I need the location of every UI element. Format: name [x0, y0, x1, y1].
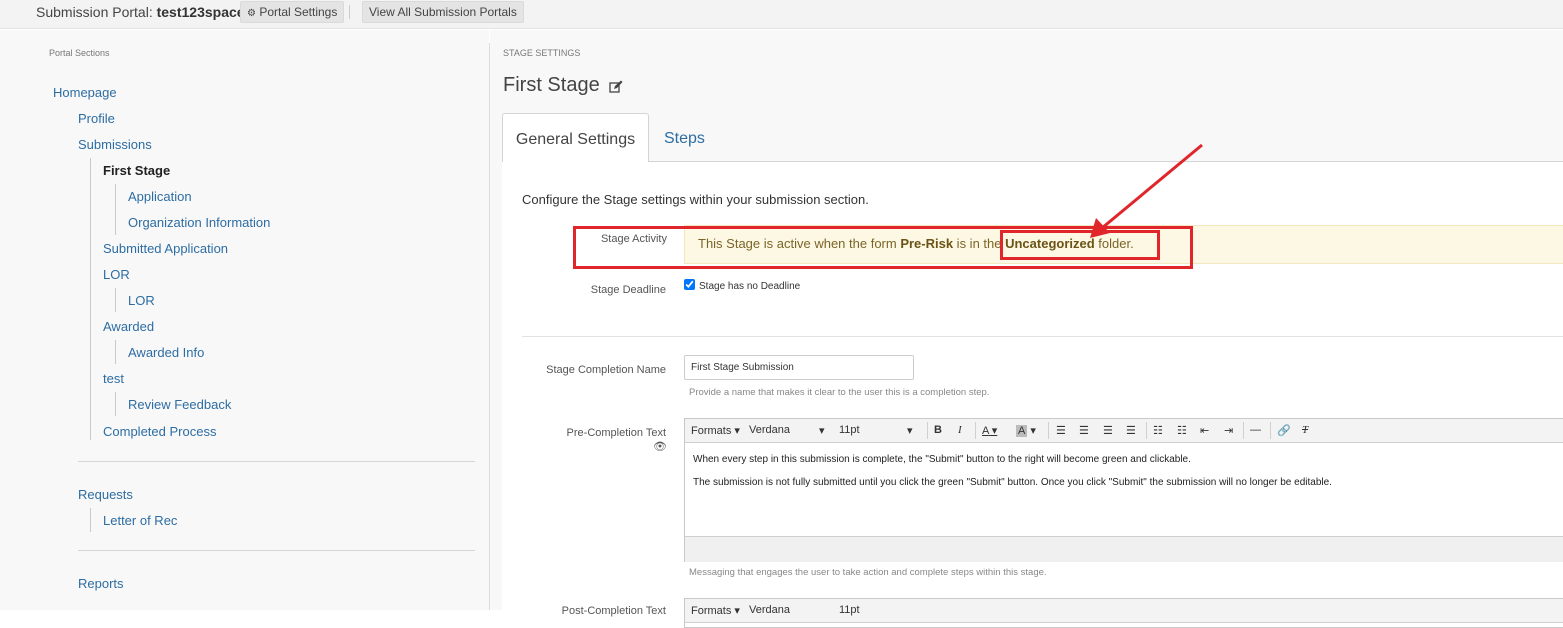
align-center-icon[interactable]: ☰	[1079, 424, 1089, 437]
editor-statusbar	[685, 536, 1563, 562]
numbered-list-icon[interactable]: ☷	[1177, 424, 1187, 437]
size-label: 11pt	[839, 604, 860, 616]
sidebar-item-review-feedback[interactable]: Review Feedback	[128, 397, 231, 412]
top-bar: Submission Portal: test123space ⚙ Portal…	[0, 0, 1563, 29]
tab-general-settings[interactable]: General Settings	[502, 113, 649, 162]
sidebar-item-letter-of-rec[interactable]: Letter of Rec	[103, 513, 177, 528]
font-label: Verdana	[749, 604, 790, 616]
portal-label: Submission Portal:	[36, 4, 153, 20]
stage-completion-name-input[interactable]	[684, 355, 914, 380]
sidebar-item-application[interactable]: Application	[128, 189, 192, 204]
formats-label: Formats	[691, 605, 732, 617]
toolbar-separator	[1270, 422, 1271, 439]
bullet-list-icon[interactable]: ☷	[1153, 424, 1163, 437]
gear-icon: ⚙	[247, 8, 256, 19]
sidebar-divider	[489, 43, 490, 610]
bold-button[interactable]: B	[934, 424, 942, 436]
editor-paragraph: The submission is not fully submitted un…	[693, 477, 1332, 488]
formats-label: Formats	[691, 425, 732, 437]
sidebar-item-profile[interactable]: Profile	[78, 111, 115, 126]
sidebar-item-lor[interactable]: LOR	[103, 267, 130, 282]
font-dropdown[interactable]: Verdana ▾	[749, 424, 825, 437]
toolbar-separator	[927, 422, 928, 439]
size-dropdown[interactable]: 11pt ▾	[839, 424, 913, 437]
intro-text: Configure the Stage settings within your…	[522, 192, 869, 207]
bg-color-button[interactable]: A ▾	[1016, 424, 1036, 437]
toolbar-separator	[1146, 422, 1147, 439]
sidebar-item-submitted-application[interactable]: Submitted Application	[103, 241, 228, 256]
top-separator	[349, 5, 350, 19]
editor-toolbar: Formats ▾ Verdana 11pt	[685, 599, 1563, 623]
font-dropdown[interactable]: Verdana	[749, 604, 790, 616]
eye-icon[interactable]: 👁	[653, 440, 667, 453]
sidebar-item-first-stage[interactable]: First Stage	[103, 163, 170, 178]
toolbar-separator	[1243, 422, 1244, 439]
post-completion-editor[interactable]: Formats ▾ Verdana 11pt	[684, 598, 1563, 628]
editor-paragraph: When every step in this submission is co…	[693, 454, 1191, 465]
sidebar-item-completed-process[interactable]: Completed Process	[103, 424, 216, 439]
tree-line	[115, 340, 116, 364]
formats-dropdown[interactable]: Formats ▾	[691, 604, 740, 617]
size-dropdown[interactable]: 11pt	[839, 604, 860, 616]
outdent-icon[interactable]: ⇤	[1200, 424, 1209, 437]
tree-line	[115, 184, 116, 235]
toolbar-separator	[1048, 422, 1049, 439]
sidebar-item-awarded[interactable]: Awarded	[103, 319, 154, 334]
size-label: 11pt	[839, 424, 860, 436]
sidebar-item-awarded-info[interactable]: Awarded Info	[128, 345, 204, 360]
sidebar-item-submissions[interactable]: Submissions	[78, 137, 152, 152]
page-title: First Stage	[503, 74, 600, 96]
sidebar-item-test[interactable]: test	[103, 371, 124, 386]
sidebar-item-lor-child[interactable]: LOR	[128, 293, 155, 308]
sidebar-item-homepage[interactable]: Homepage	[53, 85, 117, 100]
pre-completion-label: Pre-Completion Text	[566, 427, 666, 439]
tree-line	[115, 288, 116, 312]
text-color-label: A	[982, 425, 989, 437]
stage-completion-name-label: Stage Completion Name	[546, 364, 666, 376]
section-divider	[522, 336, 1563, 337]
tree-line	[90, 158, 91, 440]
sidebar-divider-line	[78, 461, 475, 462]
view-all-label: View All Submission Portals	[369, 5, 517, 19]
editor-content[interactable]: When every step in this submission is co…	[693, 454, 1332, 500]
editor-toolbar: Formats ▾ Verdana ▾ 11pt ▾ B I A ▾ A ▾ ☰ ☰…	[685, 419, 1563, 443]
portal-settings-label: Portal Settings	[259, 5, 338, 19]
tree-line	[90, 508, 91, 532]
align-right-icon[interactable]: ☰	[1103, 424, 1113, 437]
sidebar-item-organization-information[interactable]: Organization Information	[128, 215, 270, 230]
tab-steps[interactable]: Steps	[664, 130, 705, 148]
portal-title: Submission Portal: test123space	[36, 4, 245, 20]
portal-name: test123space	[156, 4, 245, 20]
toolbar-separator	[975, 422, 976, 439]
portal-settings-button[interactable]: ⚙ Portal Settings	[240, 1, 345, 23]
bg-color-label: A	[1016, 425, 1028, 437]
sidebar-divider-line	[78, 550, 475, 551]
indent-icon[interactable]: ⇥	[1224, 424, 1233, 437]
completion-name-help: Provide a name that makes it clear to th…	[689, 387, 990, 398]
italic-button[interactable]: I	[958, 424, 962, 436]
pre-completion-editor[interactable]: Formats ▾ Verdana ▾ 11pt ▾ B I A ▾ A ▾ ☰ ☰…	[684, 418, 1563, 562]
post-completion-label: Post-Completion Text	[561, 605, 666, 617]
no-deadline-checkbox[interactable]	[684, 279, 695, 290]
edit-icon[interactable]	[609, 80, 623, 94]
no-deadline-checkbox-label: Stage has no Deadline	[699, 281, 801, 292]
link-icon[interactable]: 🔗	[1277, 424, 1291, 437]
formats-dropdown[interactable]: Formats ▾	[691, 424, 740, 437]
pre-completion-help: Messaging that engages the user to take …	[689, 567, 1047, 578]
clear-format-icon[interactable]: T	[1302, 424, 1308, 436]
sidebar-item-requests[interactable]: Requests	[78, 487, 133, 502]
view-all-portals-button[interactable]: View All Submission Portals	[362, 1, 524, 23]
align-left-icon[interactable]: ☰	[1056, 424, 1066, 437]
stage-settings-label: STAGE SETTINGS	[503, 48, 581, 58]
sidebar-item-reports[interactable]: Reports	[78, 576, 124, 591]
horizontal-rule-icon[interactable]: —	[1250, 424, 1261, 436]
font-label: Verdana	[749, 424, 790, 436]
portal-sections-label: Portal Sections	[49, 48, 110, 58]
text-color-button[interactable]: A ▾	[982, 424, 997, 437]
annotation-arrow-icon	[1090, 143, 1203, 238]
align-justify-icon[interactable]: ☰	[1126, 424, 1136, 437]
tree-line	[115, 392, 116, 416]
stage-deadline-label: Stage Deadline	[590, 284, 666, 296]
sidebar	[0, 30, 489, 610]
